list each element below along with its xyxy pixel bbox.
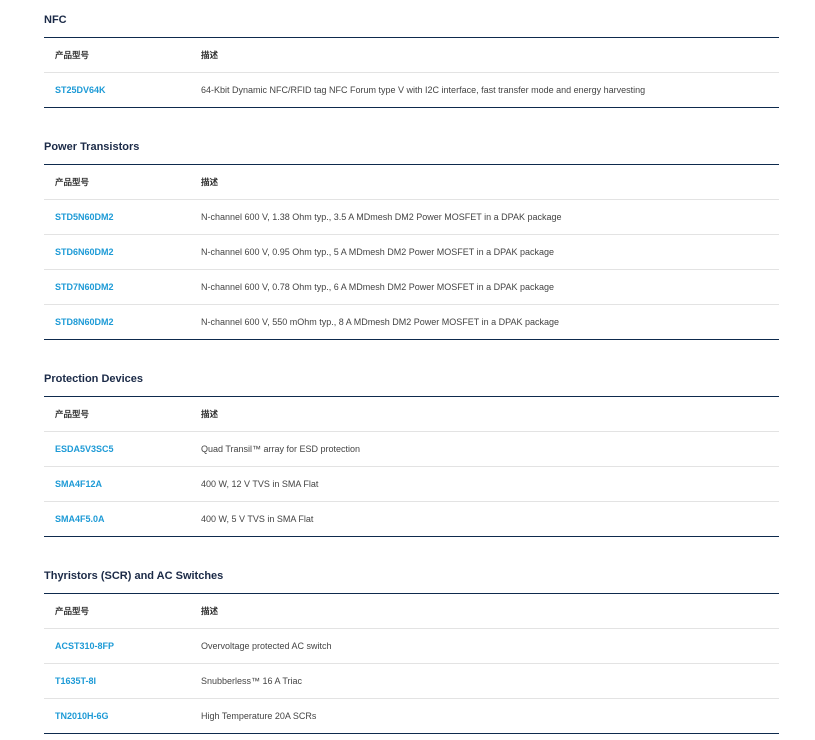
part-description: 400 W, 5 V TVS in SMA Flat bbox=[201, 514, 314, 524]
part-description: High Temperature 20A SCRs bbox=[201, 711, 317, 721]
part-number-link[interactable]: T1635T-8I bbox=[55, 664, 96, 698]
table-row: SMA4F5.0A 400 W, 5 V TVS in SMA Flat bbox=[44, 502, 779, 536]
part-number-link[interactable]: TN2010H-6G bbox=[55, 699, 109, 733]
part-number-link[interactable]: STD8N60DM2 bbox=[55, 305, 114, 339]
section-title: Protection Devices bbox=[44, 373, 144, 385]
table-row: T1635T-8I Snubberless™ 16 A Triac bbox=[44, 664, 779, 699]
column-header-desc: 描述 bbox=[201, 177, 219, 187]
part-number-link[interactable]: SMA4F12A bbox=[55, 467, 102, 501]
part-description: N-channel 600 V, 550 mOhm typ., 8 A MDme… bbox=[201, 317, 559, 327]
section-title: NFC bbox=[44, 14, 67, 26]
part-description: N-channel 600 V, 1.38 Ohm typ., 3.5 A MD… bbox=[201, 212, 562, 222]
column-header-desc: 描述 bbox=[201, 606, 219, 616]
part-number-link[interactable]: STD5N60DM2 bbox=[55, 200, 114, 234]
part-description: 400 W, 12 V TVS in SMA Flat bbox=[201, 479, 319, 489]
table-header: 产品型号 描述 bbox=[44, 165, 779, 200]
part-description: Overvoltage protected AC switch bbox=[201, 641, 332, 651]
section-title: Power Transistors bbox=[44, 141, 140, 153]
table-row: ST25DV64K 64-Kbit Dynamic NFC/RFID tag N… bbox=[44, 73, 779, 107]
part-number-link[interactable]: STD6N60DM2 bbox=[55, 235, 114, 269]
column-header-desc: 描述 bbox=[201, 50, 219, 60]
part-number-link[interactable]: ST25DV64K bbox=[55, 73, 106, 107]
product-table: 产品型号 描述 ESDA5V3SC5 Quad Transil™ array f… bbox=[44, 396, 779, 537]
table-row: STD7N60DM2 N-channel 600 V, 0.78 Ohm typ… bbox=[44, 270, 779, 305]
part-description: Quad Transil™ array for ESD protection bbox=[201, 444, 361, 454]
column-header-desc: 描述 bbox=[201, 409, 219, 419]
part-description: Snubberless™ 16 A Triac bbox=[201, 676, 303, 686]
table-row: STD6N60DM2 N-channel 600 V, 0.95 Ohm typ… bbox=[44, 235, 779, 270]
part-description: N-channel 600 V, 0.95 Ohm typ., 5 A MDme… bbox=[201, 247, 554, 257]
part-number-link[interactable]: STD7N60DM2 bbox=[55, 270, 114, 304]
table-header: 产品型号 描述 bbox=[44, 594, 779, 629]
table-header: 产品型号 描述 bbox=[44, 397, 779, 432]
table-row: TN2010H-6G High Temperature 20A SCRs bbox=[44, 699, 779, 733]
table-row: ACST310-8FP Overvoltage protected AC swi… bbox=[44, 629, 779, 664]
table-row: SMA4F12A 400 W, 12 V TVS in SMA Flat bbox=[44, 467, 779, 502]
product-table: 产品型号 描述 ST25DV64K 64-Kbit Dynamic NFC/RF… bbox=[44, 37, 779, 108]
part-number-link[interactable]: ESDA5V3SC5 bbox=[55, 432, 114, 466]
column-header-part: 产品型号 bbox=[55, 50, 90, 60]
part-number-link[interactable]: SMA4F5.0A bbox=[55, 502, 105, 536]
section-title: Thyristors (SCR) and AC Switches bbox=[44, 570, 224, 582]
part-description: 64-Kbit Dynamic NFC/RFID tag NFC Forum t… bbox=[201, 85, 646, 95]
column-header-part: 产品型号 bbox=[55, 409, 90, 419]
table-header: 产品型号 描述 bbox=[44, 38, 779, 73]
part-description: N-channel 600 V, 0.78 Ohm typ., 6 A MDme… bbox=[201, 282, 554, 292]
table-row: STD5N60DM2 N-channel 600 V, 1.38 Ohm typ… bbox=[44, 200, 779, 235]
table-row: ESDA5V3SC5 Quad Transil™ array for ESD p… bbox=[44, 432, 779, 467]
product-table: 产品型号 描述 ACST310-8FP Overvoltage protecte… bbox=[44, 593, 779, 734]
column-header-part: 产品型号 bbox=[55, 606, 90, 616]
column-header-part: 产品型号 bbox=[55, 177, 90, 187]
product-table: 产品型号 描述 STD5N60DM2 N-channel 600 V, 1.38… bbox=[44, 164, 779, 340]
table-row: STD8N60DM2 N-channel 600 V, 550 mOhm typ… bbox=[44, 305, 779, 339]
part-number-link[interactable]: ACST310-8FP bbox=[55, 629, 114, 663]
